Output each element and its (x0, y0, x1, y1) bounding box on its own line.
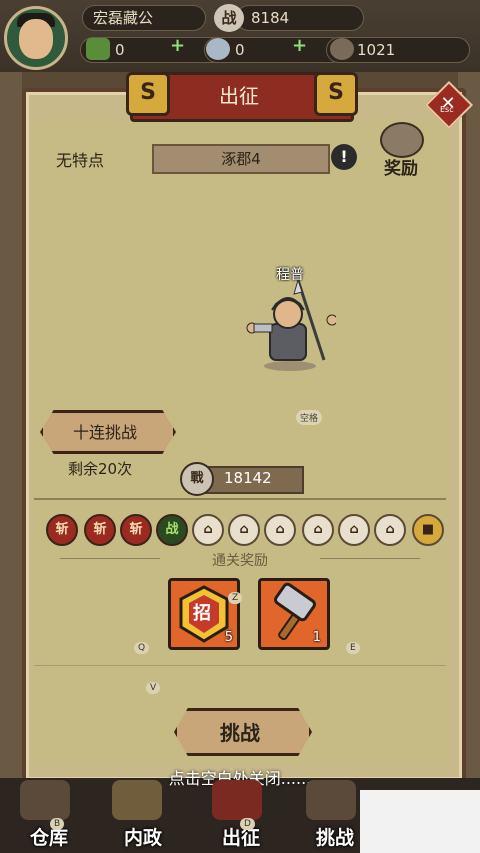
politics-banner-icon (112, 780, 162, 820)
progress-node: 斩 (120, 514, 152, 546)
reward-count: 1 (312, 630, 321, 645)
esc-key-label: Esc (440, 105, 454, 114)
power-badge-icon: 战 (214, 4, 244, 32)
hotkey-v: V (146, 682, 161, 694)
tab-challenge[interactable]: 挑战 (316, 823, 354, 850)
gold-icon (86, 38, 110, 60)
progress-node: 斩 (84, 514, 116, 546)
info-button[interactable]: ! (331, 144, 357, 170)
left-background (0, 72, 22, 778)
recruit-glyph: 招 (193, 603, 211, 624)
reward-button-label[interactable]: 奖励 (384, 154, 418, 179)
progress-lock-icon: ⌂ (302, 514, 334, 546)
helmet-icon (306, 780, 356, 820)
divider-right (320, 558, 420, 559)
stage-feature: 无特点 (56, 151, 105, 170)
hotkey-e: E (346, 642, 360, 654)
warehouse-icon (20, 780, 70, 820)
reward-count: 5 (224, 630, 233, 645)
panel-title: 出征 (219, 84, 259, 108)
battle-power-icon: 戰 (180, 462, 214, 496)
progress-lock-icon: ⌂ (192, 514, 224, 546)
progress-lock-icon: ⌂ (338, 514, 370, 546)
hotkey-q: Q (134, 642, 150, 654)
power-value: 8184 (236, 5, 364, 31)
clear-reward-label: 通关奖励 (212, 553, 268, 569)
divider-left (60, 558, 160, 559)
corner-patch (360, 790, 480, 853)
space-key-hint: 空格 (296, 410, 323, 425)
progress-lock-icon: ⌂ (264, 514, 296, 546)
stage-name: 涿郡4 (152, 144, 330, 174)
sword-icon (212, 780, 262, 820)
progress-chest-icon: ■ (412, 514, 444, 546)
divider (34, 665, 446, 666)
tab-politics[interactable]: 内政 (124, 823, 162, 850)
reward-item-recruit[interactable]: 招 5 (168, 578, 240, 650)
enemy-hero-sprite (246, 280, 336, 371)
divider (34, 498, 446, 500)
silver-ingot-icon (206, 38, 230, 60)
battle-power-value: 18142 (224, 469, 272, 487)
reward-chest-icon[interactable] (380, 122, 424, 158)
coin-icon (330, 38, 354, 60)
progress-lock-icon: ⌂ (374, 514, 406, 546)
add-gold-button[interactable]: + (170, 35, 185, 56)
player-name: 宏磊藏公 (82, 5, 206, 31)
hotkey-b: B (50, 818, 65, 830)
hotkey-z: Z (228, 592, 243, 604)
progress-lock-icon: ⌂ (228, 514, 260, 546)
challenge-button-label[interactable]: 挑战 (174, 717, 306, 746)
add-silver-button[interactable]: + (292, 35, 307, 56)
progress-node: 斩 (46, 514, 78, 546)
reward-item-hammer[interactable]: 1 (258, 578, 330, 650)
remaining-attempts: 剩余20次 (68, 460, 133, 478)
ten-challenge-label[interactable]: 十连挑战 (40, 419, 170, 443)
progress-node: 战 (156, 514, 188, 546)
avatar[interactable] (4, 6, 68, 70)
hotkey-d: D (240, 818, 255, 830)
